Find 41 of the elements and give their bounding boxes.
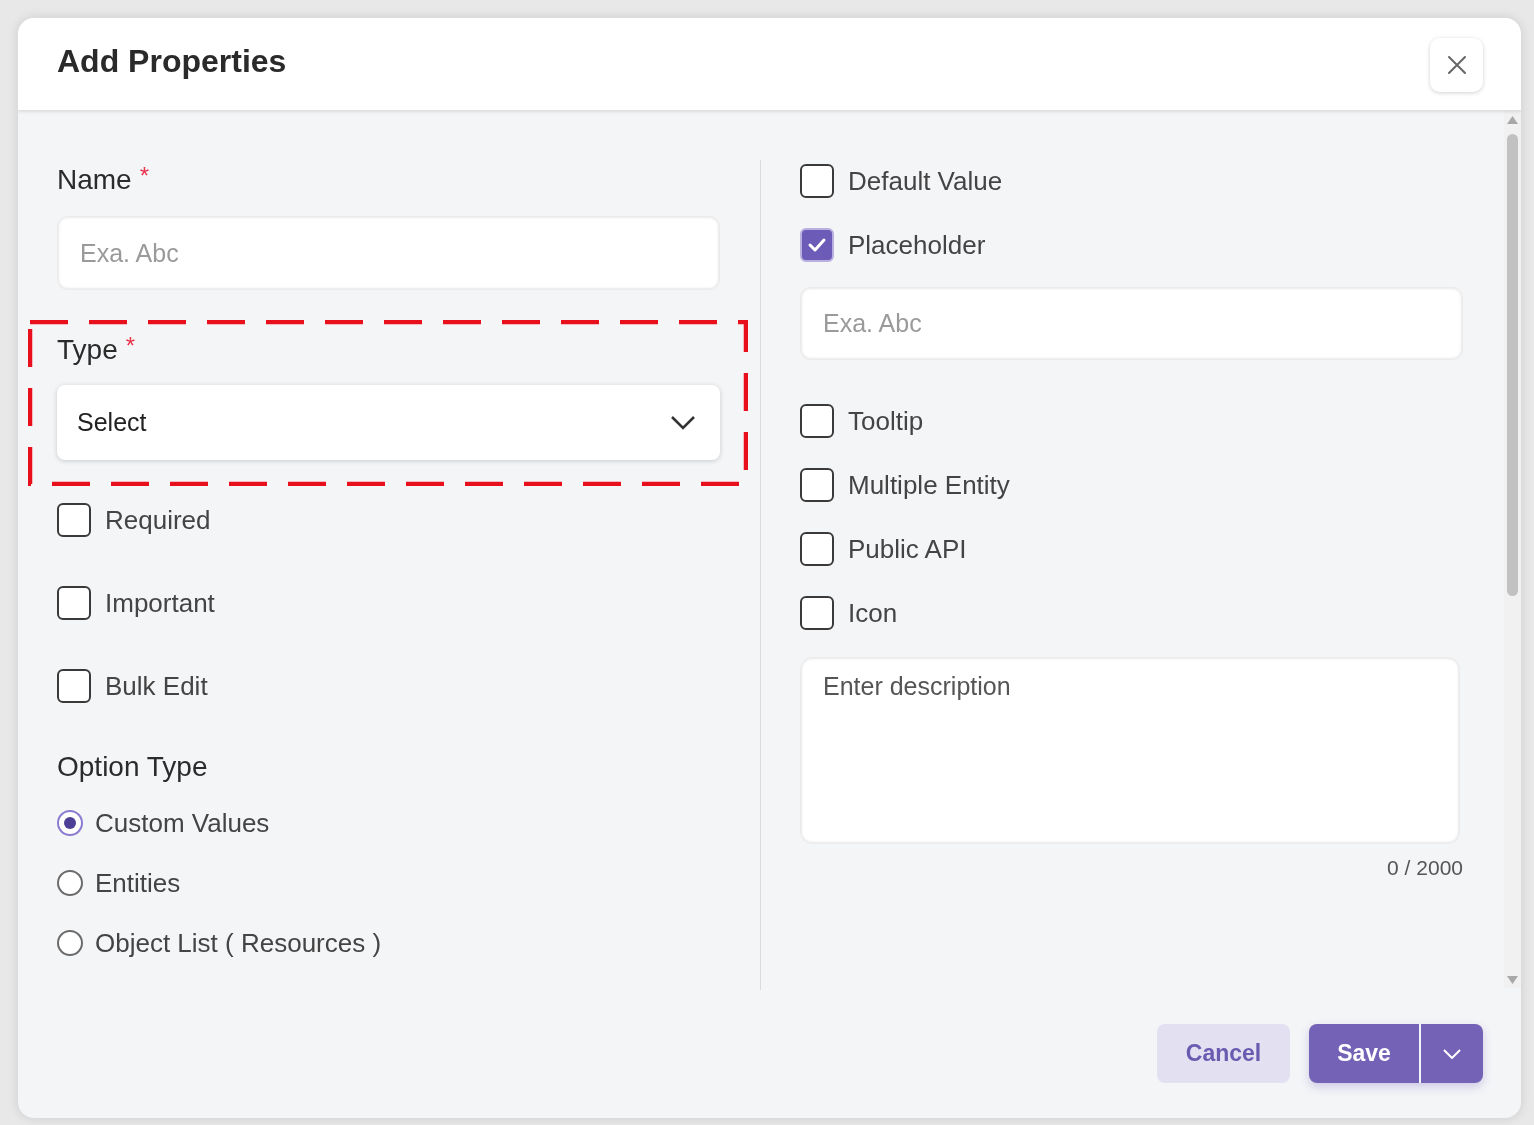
caret-icon (1443, 1048, 1461, 1059)
checkbox-label: Bulk Edit (105, 670, 208, 702)
section-heading: Option Type (57, 751, 208, 783)
checkbox-label: Icon (848, 597, 898, 629)
dialog-title: Add Properties (57, 42, 287, 80)
placeholder-input-field[interactable]: Exa. Abc (800, 287, 1463, 360)
checkbox[interactable] (800, 228, 834, 262)
character-counter: 0 / 2000 (1387, 856, 1463, 880)
checkbox-label: Required (105, 504, 211, 536)
checkbox-label: Public API (848, 533, 967, 565)
close-button[interactable] (1430, 37, 1483, 92)
description-field[interactable]: Enter description (800, 657, 1460, 844)
checkbox[interactable] (57, 586, 91, 620)
required-mark: * (125, 332, 136, 360)
type-dropdown[interactable]: Select (57, 385, 720, 460)
checkbox[interactable] (800, 532, 834, 566)
checkbox[interactable] (800, 468, 834, 502)
checkbox[interactable] (800, 164, 834, 198)
radio-label: Entities (95, 867, 181, 899)
field-label: Name (57, 164, 132, 196)
save-button[interactable]: Save (1309, 1024, 1419, 1083)
checkbox-label: Multiple Entity (848, 469, 1010, 501)
checkbox[interactable] (57, 503, 91, 537)
close-icon (1446, 54, 1467, 75)
checkbox[interactable] (800, 596, 834, 630)
radio-button[interactable] (57, 810, 83, 836)
checkbox[interactable] (800, 404, 834, 438)
name-input-field[interactable]: Exa. Abc (57, 216, 720, 290)
radio-label: Custom Values (95, 807, 270, 839)
checkbox-label: Placeholder (848, 229, 986, 261)
checkbox-label: Default Value (848, 165, 1003, 197)
cancel-button[interactable]: Cancel (1157, 1024, 1290, 1083)
checkbox-label: Important (105, 587, 215, 619)
checkbox-label: Tooltip (848, 405, 924, 437)
checkbox[interactable] (57, 669, 91, 703)
required-mark: * (139, 162, 150, 190)
radio-button[interactable] (57, 870, 83, 896)
radio-button[interactable] (57, 930, 83, 956)
radio-label: Object List ( Resources ) (95, 927, 382, 959)
field-label: Type (57, 334, 118, 366)
chevron-down-icon (670, 415, 696, 430)
